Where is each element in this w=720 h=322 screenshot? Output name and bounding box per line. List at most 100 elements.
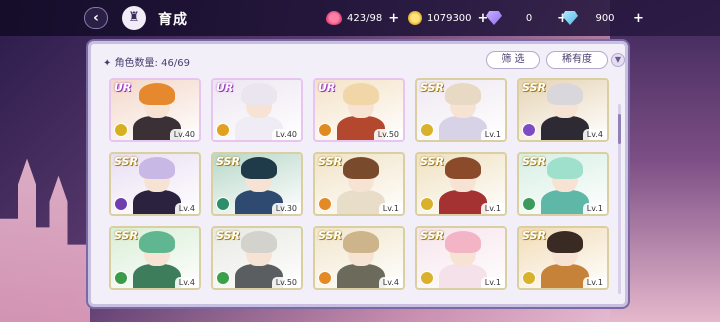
character-card[interactable]: SSR Lv.1	[517, 152, 609, 216]
character-count: ✦ 角色数量: 46/69	[103, 54, 190, 69]
character-grid: UR Lv.40 UR Lv.40 UR Lv.50 SSR Lv.1 SSR Lv.4 SSR Lv…	[109, 78, 609, 290]
add-blue-gem-button[interactable]: +	[633, 11, 644, 26]
character-outfit	[133, 264, 181, 288]
rarity-sort-button[interactable]: 稀有度	[546, 51, 608, 69]
character-card[interactable]: SSR Lv.30	[211, 152, 303, 216]
blue-gem-icon	[562, 11, 578, 25]
level-label: Lv.4	[174, 203, 199, 214]
character-outfit	[133, 190, 181, 214]
level-label: Lv.30	[271, 203, 301, 214]
top-bar: ‹ ♜ 育成 423/98 + 1079300 + 0 + 900 +	[0, 0, 720, 36]
character-card[interactable]: SSR Lv.1	[313, 152, 405, 216]
character-outfit	[439, 116, 487, 140]
level-label: Lv.4	[378, 277, 403, 288]
castle-icon: ♜	[128, 10, 140, 25]
character-card[interactable]: SSR Lv.1	[415, 152, 507, 216]
attribute-icon	[216, 271, 230, 285]
panel-header: ✦ 角色数量: 46/69 筛 选 稀有度 ▼	[99, 50, 625, 72]
home-button[interactable]: ♜	[122, 6, 146, 30]
character-hair	[547, 83, 583, 105]
rarity-badge: SSR	[420, 229, 444, 242]
level-label: Lv.1	[480, 129, 505, 140]
rarity-badge: SSR	[522, 155, 546, 168]
back-button[interactable]: ‹	[84, 7, 108, 29]
character-hair	[445, 83, 481, 105]
purple-gem-resource: 0 +	[486, 10, 568, 26]
level-label: Lv.1	[480, 203, 505, 214]
coin-value: 1079300	[427, 12, 472, 24]
level-label: Lv.50	[373, 129, 403, 140]
chevron-down-icon: ▼	[614, 55, 622, 64]
character-hair	[241, 83, 277, 105]
attribute-icon	[114, 197, 128, 211]
character-hair	[343, 83, 379, 105]
page-title: 育成	[158, 12, 188, 28]
character-card[interactable]: SSR Lv.4	[109, 226, 201, 290]
rarity-badge: SSR	[216, 229, 240, 242]
attribute-icon	[522, 123, 536, 137]
character-outfit	[337, 190, 385, 214]
character-hair	[547, 231, 583, 253]
blue-gem-resource: 900 +	[562, 10, 644, 26]
character-card[interactable]: UR Lv.40	[211, 78, 303, 142]
character-card[interactable]: SSR Lv.50	[211, 226, 303, 290]
rarity-badge: SSR	[114, 229, 138, 242]
attribute-icon	[522, 271, 536, 285]
character-card[interactable]: SSR Lv.4	[517, 78, 609, 142]
rarity-badge: SSR	[216, 155, 240, 168]
candy-icon	[326, 11, 342, 25]
character-hair	[445, 157, 481, 179]
attribute-icon	[318, 271, 332, 285]
level-label: Lv.1	[582, 277, 607, 288]
character-card[interactable]: SSR Lv.1	[415, 78, 507, 142]
character-outfit	[541, 190, 589, 214]
blue-gem-value: 900	[595, 12, 615, 24]
character-outfit	[439, 190, 487, 214]
rarity-badge: SSR	[420, 81, 444, 94]
level-label: Lv.50	[271, 277, 301, 288]
character-hair	[547, 157, 583, 179]
filter-button[interactable]: 筛 选	[486, 51, 540, 69]
character-card[interactable]: UR Lv.50	[313, 78, 405, 142]
character-outfit	[541, 116, 589, 140]
character-card[interactable]: SSR Lv.4	[109, 152, 201, 216]
coin-resource: 1079300 +	[408, 10, 488, 26]
character-hair	[445, 231, 481, 253]
attribute-icon	[114, 271, 128, 285]
add-candy-button[interactable]: +	[388, 11, 399, 26]
attribute-icon	[318, 123, 332, 137]
character-panel: ✦ 角色数量: 46/69 筛 选 稀有度 ▼ UR Lv.40 UR Lv.40 UR…	[88, 41, 628, 307]
rarity-badge: SSR	[522, 229, 546, 242]
scroll-thumb[interactable]	[618, 114, 621, 144]
attribute-icon	[114, 123, 128, 137]
character-hair	[139, 231, 175, 253]
attribute-icon	[522, 197, 536, 211]
character-card[interactable]: SSR Lv.1	[517, 226, 609, 290]
level-label: Lv.40	[271, 129, 301, 140]
level-label: Lv.40	[169, 129, 199, 140]
character-card[interactable]: SSR Lv.4	[313, 226, 405, 290]
attribute-icon	[216, 197, 230, 211]
character-hair	[139, 157, 175, 179]
character-hair	[241, 231, 277, 253]
coin-icon	[408, 11, 422, 25]
candy-resource: 423/98 +	[326, 10, 399, 26]
character-outfit	[337, 264, 385, 288]
rarity-badge: SSR	[522, 81, 546, 94]
attribute-icon	[216, 123, 230, 137]
character-outfit	[439, 264, 487, 288]
purple-gem-value: 0	[525, 12, 533, 24]
sparkle-icon: ✦	[103, 58, 115, 69]
purple-gem-icon	[486, 11, 502, 25]
character-hair	[241, 157, 277, 179]
character-card[interactable]: SSR Lv.1	[415, 226, 507, 290]
character-card[interactable]: UR Lv.40	[109, 78, 201, 142]
sort-order-button[interactable]: ▼	[611, 53, 625, 67]
scrollbar[interactable]	[618, 104, 621, 294]
level-label: Lv.4	[582, 129, 607, 140]
rarity-badge: UR	[318, 81, 336, 94]
background-castle	[0, 158, 90, 322]
level-label: Lv.1	[378, 203, 403, 214]
level-label: Lv.1	[480, 277, 505, 288]
attribute-icon	[420, 123, 434, 137]
